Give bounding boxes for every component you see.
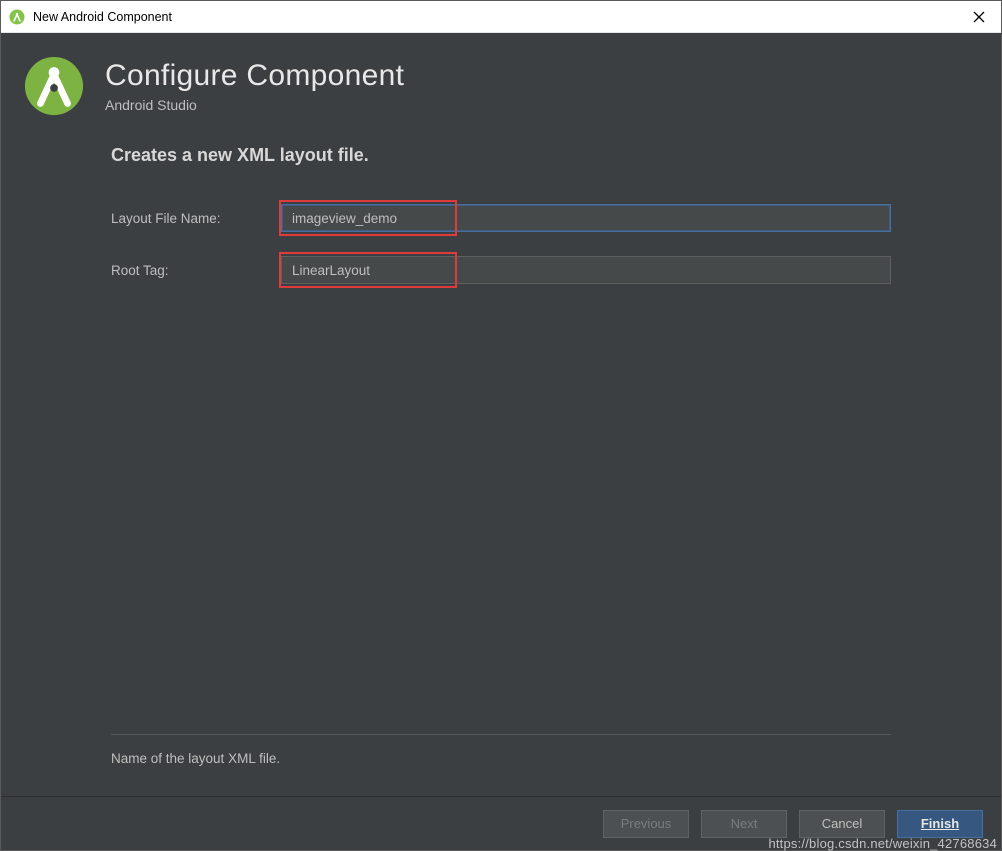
root-tag-input[interactable] — [281, 256, 891, 284]
root-tag-input-wrap — [281, 256, 891, 284]
cancel-button[interactable]: Cancel — [799, 810, 885, 838]
page-subtitle: Android Studio — [105, 97, 404, 113]
header-titles: Configure Component Android Studio — [105, 59, 404, 113]
android-studio-logo-icon — [23, 55, 85, 117]
root-tag-label: Root Tag: — [111, 263, 281, 278]
header: Configure Component Android Studio — [1, 33, 1001, 145]
page-title: Configure Component — [105, 59, 404, 93]
layout-file-name-input-wrap — [281, 204, 891, 232]
hint-text: Name of the layout XML file. — [111, 735, 891, 796]
finish-button[interactable]: Finish — [897, 810, 983, 838]
layout-file-name-input[interactable] — [281, 204, 891, 232]
android-studio-icon — [9, 9, 25, 25]
footer: Previous Next Cancel Finish https://blog… — [1, 796, 1001, 850]
close-button[interactable] — [961, 3, 997, 31]
watermark-text: https://blog.csdn.net/weixin_42768634 — [768, 836, 997, 851]
root-tag-row: Root Tag: — [111, 256, 891, 284]
body: Creates a new XML layout file. Layout Fi… — [1, 145, 1001, 796]
window-title: New Android Component — [33, 10, 961, 24]
previous-button[interactable]: Previous — [603, 810, 689, 838]
title-bar: New Android Component — [1, 1, 1001, 33]
dialog-window: New Android Component Configure Componen… — [0, 0, 1002, 851]
layout-file-name-label: Layout File Name: — [111, 211, 281, 226]
dialog-client: Configure Component Android Studio Creat… — [1, 33, 1001, 850]
layout-file-name-row: Layout File Name: — [111, 204, 891, 232]
next-button[interactable]: Next — [701, 810, 787, 838]
section-heading: Creates a new XML layout file. — [111, 145, 891, 166]
